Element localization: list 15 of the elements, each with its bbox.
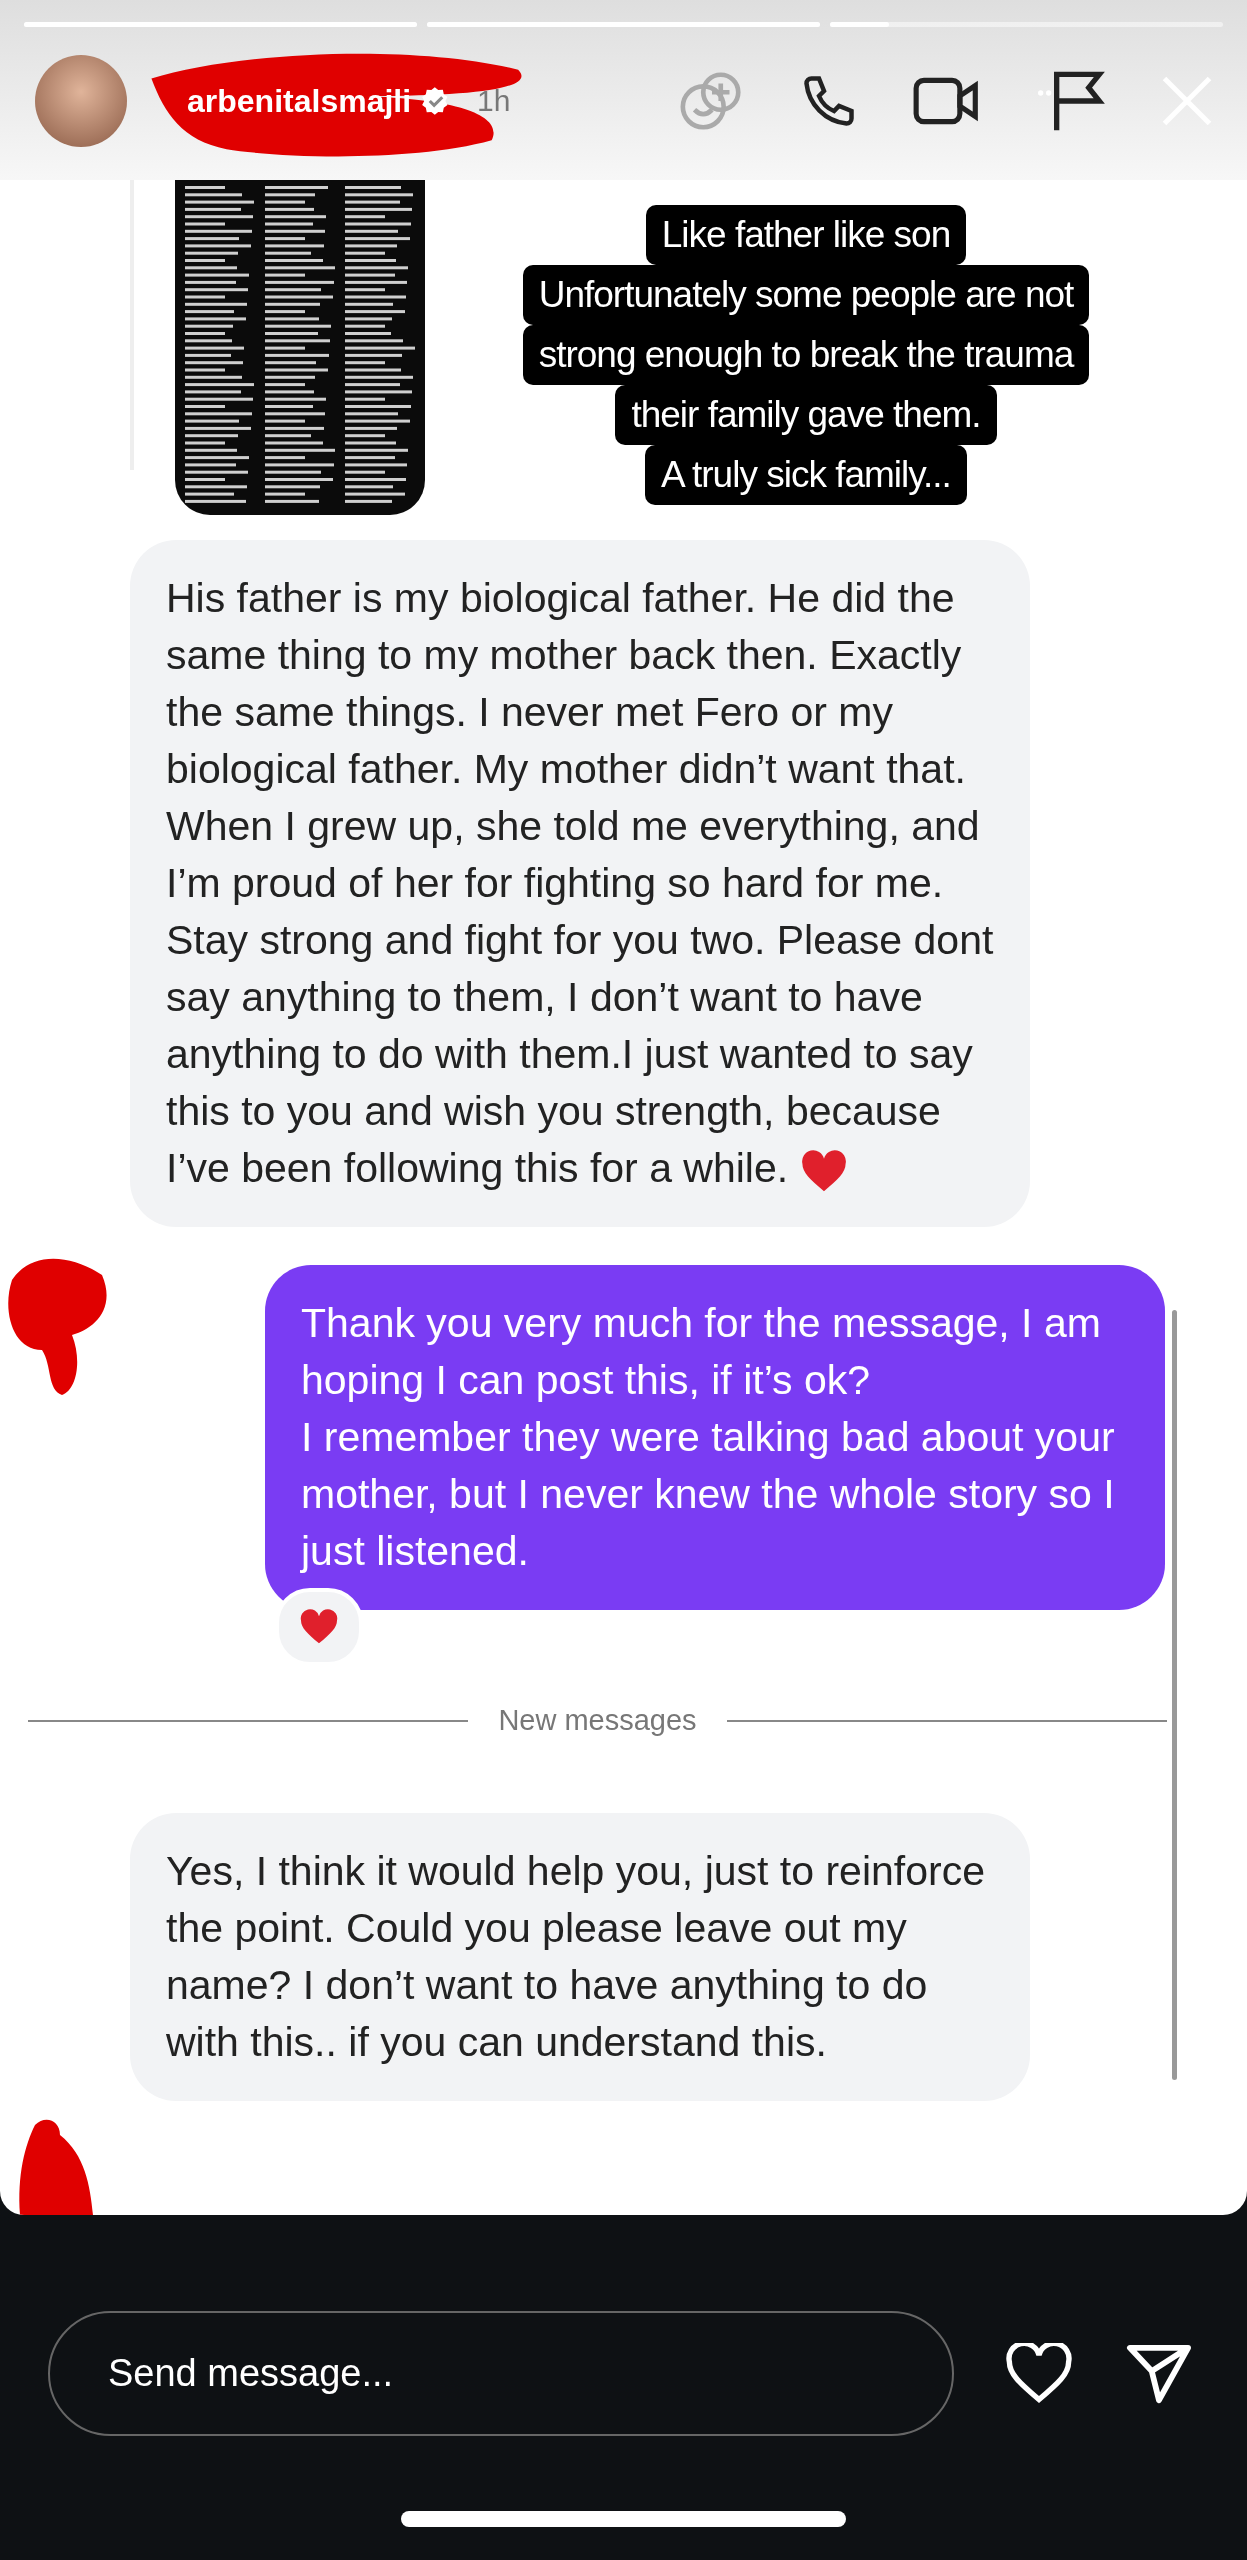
- message-input[interactable]: Send message...: [48, 2311, 954, 2436]
- heart-icon[interactable]: [1004, 2342, 1074, 2405]
- heart-reaction-icon: [299, 1609, 339, 1645]
- caption-text: strong enough to break the trauma: [522, 325, 1090, 385]
- caption-text: Like father like son: [645, 205, 967, 265]
- username[interactable]: arbenitalsmajli: [187, 82, 412, 120]
- new-messages-label: New messages: [498, 1704, 697, 1737]
- caption-text: A truly sick family...: [645, 445, 967, 505]
- received-message: His father is my biological father. He did the same thing to my mother back then. Exactly the same things. I never met Fero or my biological father. My mother didn’t want that. When I grew up, she told me everything, and I’m proud of her for fighting so hard for me. Stay strong and fight for you two. Please dont say anything to them, I don’t want to have anything to do with them.I just wanted to say this to you and wish you strength, because I’ve been following this for a while.: [130, 540, 1030, 1227]
- caption-text: their family gave them.: [615, 385, 997, 445]
- received-message: Yes, I think it would help you, just to reinforce the point. Could you please leave out my name? I don’t want to have anything to do with this.. if you can understand this.: [130, 1813, 1030, 2101]
- post-time: 1h: [477, 84, 511, 118]
- sent-message: Thank you very much for the message, I am hoping I can post this, if it’s ok? I remember they were talking bad about your mother, but I never knew the whole story so I just listened.: [265, 1265, 1165, 1610]
- caption-text: Unfortunately some people are not: [522, 265, 1090, 325]
- flag-icon[interactable]: [1035, 69, 1105, 133]
